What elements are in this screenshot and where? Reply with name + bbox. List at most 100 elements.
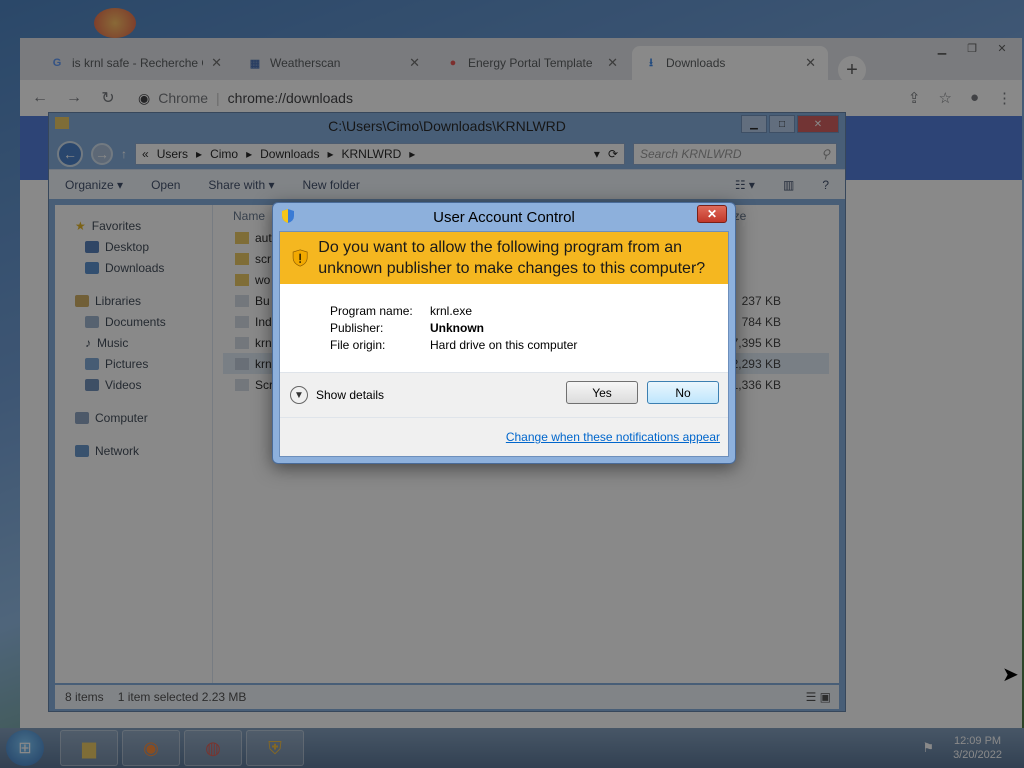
music-icon: ♪ xyxy=(85,335,91,350)
search-input[interactable]: Search KRNLWRD ⚲ xyxy=(633,143,837,165)
organize-button[interactable]: Organize ▾ xyxy=(65,178,123,192)
taskbar-explorer[interactable]: ▆ xyxy=(60,730,118,766)
no-button[interactable]: No xyxy=(647,381,719,404)
share-with-button[interactable]: Share with ▾ xyxy=(208,178,274,192)
uac-dialog: User Account Control ✕ Do you want to al… xyxy=(272,202,736,464)
firefox-desktop-icon[interactable] xyxy=(94,8,136,38)
libraries-icon xyxy=(75,294,89,307)
clock[interactable]: 12:09 PM 3/20/2022 xyxy=(953,734,1002,762)
profile-icon[interactable]: ● xyxy=(970,89,979,107)
tab-search[interactable]: G is krnl safe - Recherche G ✕ xyxy=(38,46,234,80)
google-icon: G xyxy=(52,57,62,69)
nav-downloads[interactable]: Downloads xyxy=(55,257,212,278)
status-bar: 8 items 1 item selected 2.23 MB ☰ ▣ xyxy=(55,685,839,709)
status-item-count: 8 items xyxy=(65,690,104,704)
downloads-icon xyxy=(85,261,99,274)
nav-music[interactable]: ♪ Music xyxy=(55,332,212,353)
omnibox[interactable]: ◉ Chrome | chrome://downloads xyxy=(138,90,353,107)
column-name[interactable]: Name xyxy=(233,209,265,223)
maximize-icon[interactable]: □ xyxy=(769,115,795,133)
bookmark-star-icon[interactable]: ☆ xyxy=(938,89,951,107)
forward-icon[interactable]: → xyxy=(64,89,84,107)
back-icon[interactable]: ← xyxy=(30,89,50,107)
breadcrumb-krnlwrd[interactable]: KRNLWRD xyxy=(342,147,402,161)
tab-downloads[interactable]: ⭳ Downloads ✕ xyxy=(632,46,828,80)
firefox-icon: ◉ xyxy=(143,737,159,758)
help-icon[interactable]: ? xyxy=(822,178,829,192)
publisher-value: Unknown xyxy=(430,321,484,335)
tab-title: Weatherscan xyxy=(270,56,341,70)
back-icon[interactable]: ← xyxy=(57,141,83,167)
download-icon: ⭳ xyxy=(649,56,653,69)
nav-computer[interactable]: Computer xyxy=(55,407,212,428)
breadcrumb-users[interactable]: Users xyxy=(157,147,188,161)
tab-strip: G is krnl safe - Recherche G ✕ ▦ Weather… xyxy=(20,46,1022,84)
nav-favorites[interactable]: ★ Favorites xyxy=(55,215,212,236)
open-button[interactable]: Open xyxy=(151,178,180,192)
close-icon[interactable]: ✕ xyxy=(697,205,727,223)
minimize-icon[interactable]: ▁ xyxy=(741,115,767,133)
uac-footer: Change when these notifications appear xyxy=(280,417,728,456)
mouse-cursor-icon: ➤ xyxy=(1002,664,1019,686)
breadcrumb-downloads[interactable]: Downloads xyxy=(260,147,319,161)
uac-titlebar: User Account Control ✕ xyxy=(273,203,735,231)
start-button[interactable]: ⊞ xyxy=(6,730,44,766)
view-options-icon[interactable]: ☷ ▾ xyxy=(735,178,755,192)
refresh-icon[interactable]: ⟳ xyxy=(608,147,618,161)
nav-libraries[interactable]: Libraries xyxy=(55,290,212,311)
nav-videos[interactable]: Videos xyxy=(55,374,212,395)
action-center-icon[interactable]: ⚑ xyxy=(922,740,934,756)
close-icon[interactable]: ✕ xyxy=(797,115,839,133)
file-origin-label: File origin: xyxy=(330,338,386,352)
nav-documents[interactable]: Documents xyxy=(55,311,212,332)
yes-button[interactable]: Yes xyxy=(566,381,638,404)
forward-icon[interactable]: → xyxy=(91,143,113,165)
nav-desktop[interactable]: Desktop xyxy=(55,236,212,257)
nav-pictures[interactable]: Pictures xyxy=(55,353,212,374)
address-bar[interactable]: « Users ▸ Cimo ▸ Downloads ▸ KRNLWRD ▸ ▾ ⟳ xyxy=(135,143,625,165)
details-view-icon[interactable]: ☰ ▣ xyxy=(806,690,831,704)
breadcrumb-cimo[interactable]: Cimo xyxy=(210,147,238,161)
taskbar-chrome[interactable]: ◍ xyxy=(184,730,242,766)
tab-energy-portal[interactable]: ● Energy Portal Template ✕ xyxy=(434,46,630,80)
documents-icon xyxy=(85,315,99,328)
videos-icon xyxy=(85,378,99,391)
close-tab-icon[interactable]: ✕ xyxy=(805,55,816,71)
tab-weatherscan[interactable]: ▦ Weatherscan ✕ xyxy=(236,46,432,80)
clock-time: 12:09 PM xyxy=(953,735,1002,747)
toolbar-actions: ⇪ ☆ ● ⋮ xyxy=(908,89,1012,107)
folder-icon xyxy=(235,231,249,244)
close-tab-icon[interactable]: ✕ xyxy=(211,55,222,71)
tab-title: Downloads xyxy=(666,56,726,70)
taskbar-firefox[interactable]: ◉ xyxy=(122,730,180,766)
search-placeholder: Search KRNLWRD xyxy=(640,147,742,161)
new-folder-button[interactable]: New folder xyxy=(302,178,359,192)
dropdown-icon[interactable]: ▾ xyxy=(594,147,600,161)
program-name-label: Program name: xyxy=(330,304,413,318)
exe-icon xyxy=(235,357,249,370)
command-bar: Organize ▾ Open Share with ▾ New folder … xyxy=(49,169,845,199)
folder-icon xyxy=(235,273,249,286)
explorer-title: C:\Users\Cimo\Downloads\KRNLWRD xyxy=(328,118,566,134)
program-name-row: Program name: krnl.exe xyxy=(330,304,728,321)
explorer-caption-buttons: ▁ □ ✕ xyxy=(741,115,839,133)
taskbar-uac[interactable]: ⛨ xyxy=(246,730,304,766)
up-icon[interactable]: ↑ xyxy=(121,147,127,161)
close-tab-icon[interactable]: ✕ xyxy=(607,55,618,71)
explorer-titlebar: C:\Users\Cimo\Downloads\KRNLWRD ▁ □ ✕ xyxy=(49,113,845,139)
computer-icon xyxy=(75,411,89,424)
uac-question: Do you want to allow the following progr… xyxy=(318,239,706,277)
menu-icon[interactable]: ⋮ xyxy=(997,89,1012,107)
chrome-icon: ◍ xyxy=(205,737,221,758)
status-selection: 1 item selected 2.23 MB xyxy=(117,690,247,704)
chrome-toolbar: ← → ↻ ◉ Chrome | chrome://downloads ⇪ ☆ … xyxy=(20,80,1022,116)
close-tab-icon[interactable]: ✕ xyxy=(409,55,420,71)
reload-icon[interactable]: ↻ xyxy=(98,88,118,108)
nav-network[interactable]: Network xyxy=(55,440,212,461)
preview-pane-icon[interactable]: ▥ xyxy=(783,178,794,192)
change-notifications-link[interactable]: Change when these notifications appear xyxy=(506,430,720,444)
pictures-icon xyxy=(85,357,99,370)
show-details-toggle[interactable]: ▼ Show details xyxy=(290,386,384,404)
share-icon[interactable]: ⇪ xyxy=(908,89,921,107)
folder-icon xyxy=(235,252,249,265)
